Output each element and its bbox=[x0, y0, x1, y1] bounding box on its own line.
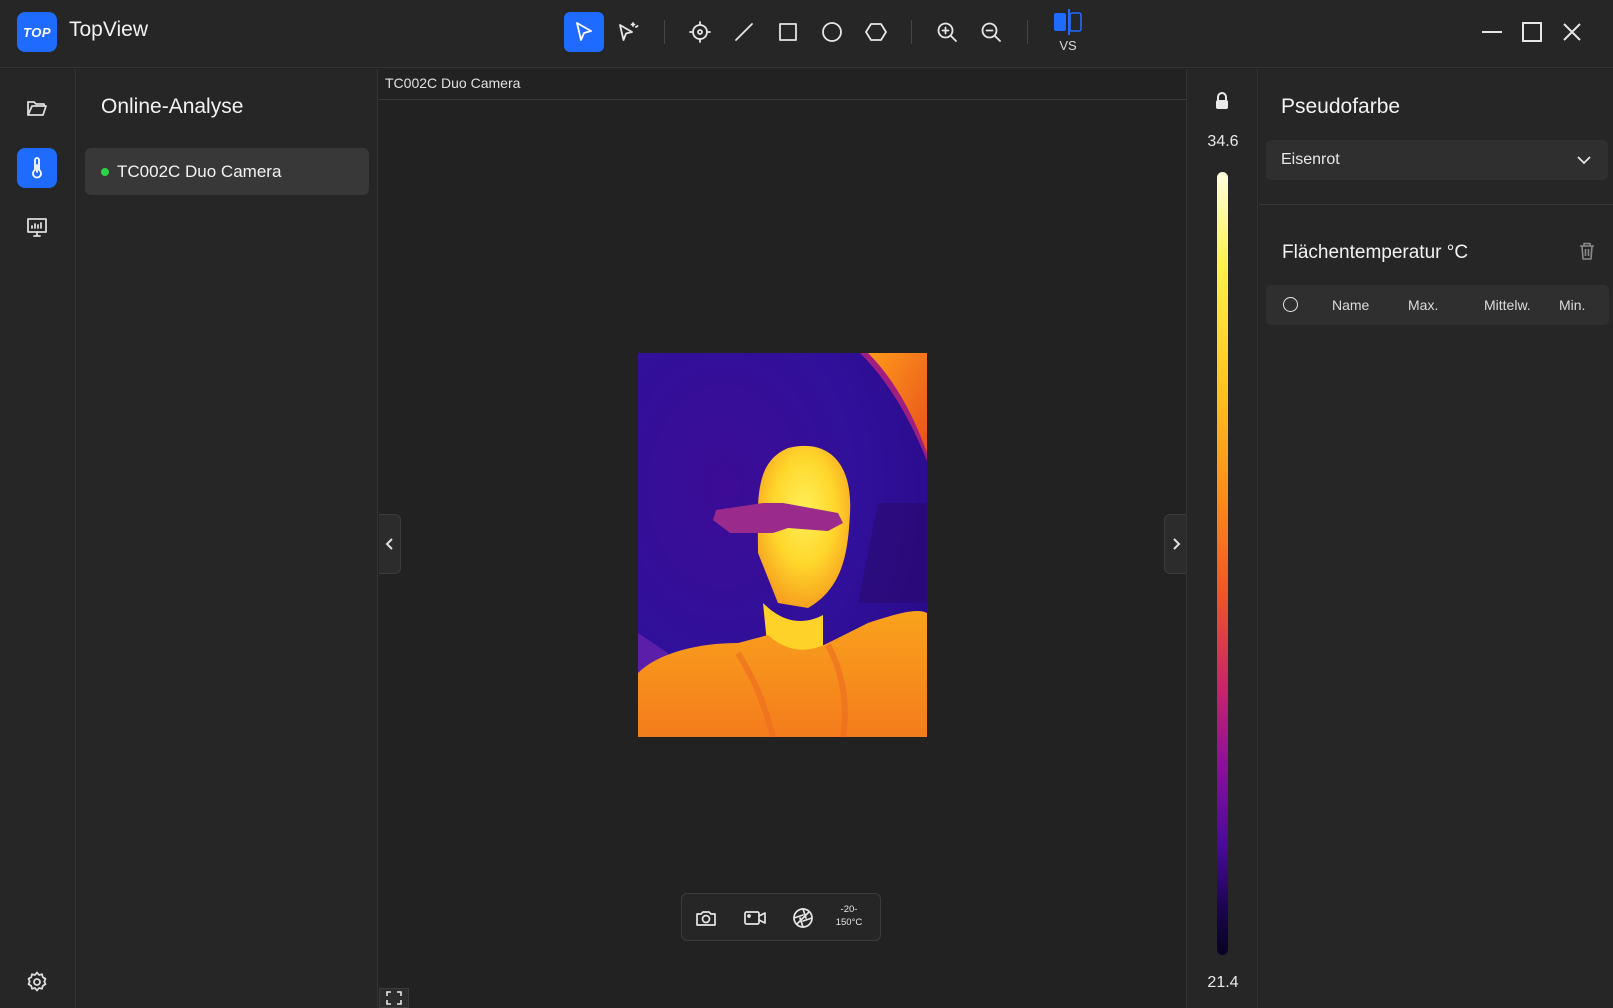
close-icon bbox=[1563, 23, 1581, 41]
temperature-scale: 34.6 21.4 bbox=[1186, 69, 1258, 1008]
device-list-item[interactable]: TC002C Duo Camera bbox=[85, 148, 369, 195]
device-panel: Online-Analyse TC002C Duo Camera bbox=[77, 69, 378, 1008]
thermometer-icon bbox=[32, 157, 42, 179]
toolbar-separator bbox=[1027, 20, 1028, 44]
sidebar-item-files[interactable] bbox=[17, 88, 57, 128]
thermal-viewer: TC002C Duo Camera -20- 150°C bbox=[379, 69, 1186, 1008]
point-tool-button[interactable] bbox=[680, 12, 720, 52]
zoom-in-button[interactable] bbox=[927, 12, 967, 52]
zoom-out-icon bbox=[981, 22, 1001, 42]
area-table-header: Name Max. Mittelw. Min. bbox=[1266, 285, 1609, 325]
rectangle-icon bbox=[779, 23, 797, 41]
trash-icon[interactable] bbox=[1576, 240, 1598, 262]
app-window: TOP TopView VS Online-Analyse TC002C Duo… bbox=[0, 0, 1613, 1008]
palette-selected-value: Eisenrot bbox=[1281, 151, 1340, 168]
fullscreen-button[interactable] bbox=[379, 988, 409, 1008]
sidebar-rail bbox=[0, 69, 76, 1008]
polygon-icon bbox=[865, 23, 887, 41]
viewer-title: TC002C Duo Camera bbox=[379, 69, 1186, 100]
vs-label: VS bbox=[1059, 38, 1077, 53]
column-header-min: Min. bbox=[1559, 297, 1586, 313]
scale-min-value: 21.4 bbox=[1207, 974, 1239, 991]
line-icon bbox=[735, 23, 753, 41]
right-panel: Pseudofarbe Eisenrot Flächentemperatur °… bbox=[1259, 69, 1613, 1008]
line-tool-button[interactable] bbox=[724, 12, 764, 52]
range-line-1: -20- bbox=[840, 904, 858, 915]
device-name: TC002C Duo Camera bbox=[117, 161, 282, 181]
select-tool-button[interactable] bbox=[564, 12, 604, 52]
collapse-left-panel-button[interactable] bbox=[379, 514, 401, 574]
polygon-tool-button[interactable] bbox=[856, 12, 896, 52]
toolbar-separator bbox=[664, 20, 665, 44]
lock-icon[interactable] bbox=[1211, 90, 1233, 112]
cursor-arrow-icon bbox=[576, 22, 592, 41]
minimize-icon bbox=[1482, 31, 1502, 33]
expand-icon bbox=[386, 991, 402, 1005]
panel-title: Online-Analyse bbox=[101, 95, 244, 118]
rectangle-tool-button[interactable] bbox=[768, 12, 808, 52]
vs-compare-button[interactable]: VS bbox=[1052, 8, 1084, 60]
sidebar-item-settings[interactable] bbox=[17, 962, 57, 1002]
snapshot-button[interactable] bbox=[690, 902, 722, 934]
zoom-in-icon bbox=[937, 22, 957, 42]
video-camera-icon bbox=[744, 911, 766, 925]
app-title: TopView bbox=[69, 18, 148, 41]
chevron-right-icon bbox=[1172, 538, 1180, 550]
scale-max-value: 34.6 bbox=[1207, 133, 1239, 150]
sidebar-item-analysis[interactable] bbox=[17, 148, 57, 188]
range-line-2: 150°C bbox=[835, 917, 863, 928]
record-video-button[interactable] bbox=[739, 902, 771, 934]
area-temperature-title: Flächentemperatur °C bbox=[1282, 242, 1469, 263]
palette-dropdown[interactable]: Eisenrot bbox=[1266, 140, 1608, 180]
folder-icon bbox=[27, 101, 47, 116]
title-bar: TOP TopView VS bbox=[0, 0, 1613, 68]
pseudocolor-title: Pseudofarbe bbox=[1281, 95, 1401, 118]
chevron-left-icon bbox=[385, 538, 393, 550]
select-all-radio[interactable] bbox=[1283, 297, 1298, 312]
column-header-mean: Mittelw. bbox=[1484, 297, 1531, 313]
split-view-icon bbox=[1054, 9, 1082, 35]
circle-tool-button[interactable] bbox=[812, 12, 852, 52]
column-header-max: Max. bbox=[1408, 297, 1439, 313]
minimize-button[interactable] bbox=[1474, 14, 1510, 50]
online-status-dot bbox=[101, 167, 109, 176]
camera-icon bbox=[696, 911, 716, 926]
crosshair-icon bbox=[689, 21, 711, 43]
app-logo: TOP bbox=[17, 12, 57, 52]
circle-icon bbox=[822, 22, 842, 42]
aperture-icon bbox=[793, 908, 813, 928]
toolbar-separator bbox=[911, 20, 912, 44]
monitor-icon bbox=[27, 218, 47, 237]
multi-select-tool-button[interactable] bbox=[608, 12, 648, 52]
maximize-icon bbox=[1522, 22, 1542, 42]
chevron-down-icon bbox=[1577, 156, 1591, 165]
maximize-button[interactable] bbox=[1514, 14, 1550, 50]
collapse-right-panel-button[interactable] bbox=[1164, 514, 1186, 574]
cursor-sparkle-icon bbox=[619, 22, 639, 41]
color-scale-bar[interactable] bbox=[1217, 172, 1228, 955]
capture-toolbar: -20- 150°C bbox=[681, 893, 881, 941]
thermal-frame bbox=[638, 353, 927, 737]
shutter-calibrate-button[interactable] bbox=[787, 902, 819, 934]
temperature-range-button[interactable]: -20- 150°C bbox=[828, 903, 870, 933]
zoom-out-button[interactable] bbox=[971, 12, 1011, 52]
divider bbox=[1259, 204, 1613, 205]
thermal-image[interactable] bbox=[638, 353, 927, 737]
close-button[interactable] bbox=[1554, 14, 1590, 50]
sidebar-item-monitor[interactable] bbox=[17, 207, 57, 247]
gear-icon bbox=[27, 971, 47, 992]
column-header-name: Name bbox=[1332, 297, 1370, 313]
